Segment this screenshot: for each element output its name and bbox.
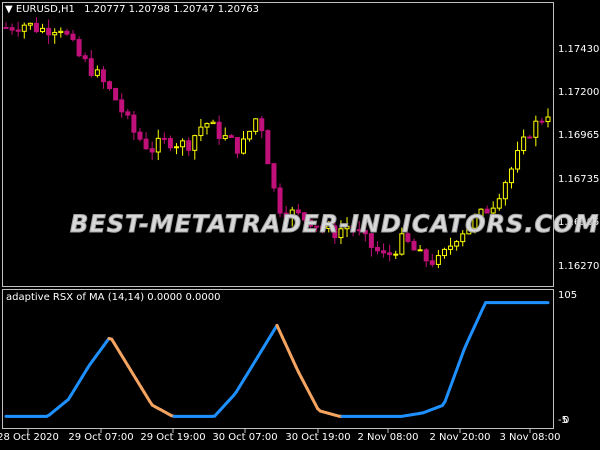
candle-body — [417, 249, 423, 252]
candle-body — [33, 22, 39, 33]
indicator-title: adaptive RSX of MA (14,14) 0.0000 0.0000 — [6, 292, 221, 303]
candle-body — [9, 27, 15, 31]
candle-body — [107, 81, 113, 90]
price-label: 1.16735 — [558, 174, 600, 185]
candle-body — [100, 69, 106, 83]
candle-body — [113, 88, 119, 101]
candle-body — [429, 260, 435, 265]
candle-body — [186, 140, 192, 151]
candle-body — [52, 31, 58, 36]
price-label: 1.16270 — [558, 261, 600, 272]
candle-body — [381, 250, 387, 254]
candle-body — [228, 135, 234, 139]
time-label: 30 Oct 07:00 — [212, 432, 278, 443]
candle-body — [125, 111, 131, 116]
candle-body — [210, 121, 216, 125]
candle-body — [521, 136, 527, 152]
candle-body — [234, 137, 240, 154]
time-label: 29 Oct 19:00 — [140, 432, 206, 443]
candle-body — [393, 253, 399, 256]
candle-body — [515, 150, 521, 170]
candle-body — [137, 131, 143, 140]
candle-body — [58, 30, 64, 33]
candle-body — [40, 27, 46, 33]
symbol-header: ▼ EURUSD,H1 1.20777 1.20798 1.20747 1.20… — [5, 4, 259, 15]
candle-body — [539, 120, 545, 123]
candle-body — [222, 135, 228, 139]
candle-body — [441, 248, 447, 257]
candle-body — [527, 136, 533, 139]
candle-body — [374, 246, 380, 252]
candle-body — [423, 249, 429, 262]
candle-body — [27, 22, 33, 26]
price-label: 1.16965 — [558, 130, 600, 141]
candle-body — [70, 33, 76, 41]
candle-body — [204, 123, 210, 128]
time-label: 3 Nov 08:00 — [499, 432, 561, 443]
candle-body — [88, 58, 94, 76]
dropdown-triangle-icon[interactable]: ▼ — [5, 4, 13, 15]
candle-body — [94, 69, 100, 76]
candle-body — [271, 163, 277, 189]
candle-body — [192, 135, 198, 151]
candle-body — [21, 24, 27, 32]
candle-body — [435, 255, 441, 265]
time-label: 28 Oct 2020 — [0, 432, 59, 443]
scale-zero-label: 0 — [563, 415, 570, 426]
candle-body — [3, 26, 9, 29]
candle-body — [76, 39, 82, 57]
candle-body — [448, 245, 454, 250]
candle-body — [143, 138, 149, 150]
candle-body — [454, 241, 460, 247]
candle-body — [198, 126, 204, 137]
candle-body — [119, 99, 125, 113]
candle-body — [216, 121, 222, 139]
candle-body — [411, 240, 417, 251]
symbol-label: EURUSD,H1 — [15, 4, 75, 15]
candle-body — [64, 30, 70, 35]
price-label: 1.17200 — [558, 87, 600, 98]
candle-body — [174, 146, 180, 149]
candle-body — [545, 116, 551, 123]
candle-body — [533, 120, 539, 138]
candle-body — [15, 29, 21, 32]
candle-body — [46, 27, 52, 36]
candle-body — [502, 182, 508, 200]
candle-body — [265, 130, 271, 165]
candle-body — [155, 137, 161, 153]
candle-body — [131, 114, 137, 133]
candle-body — [180, 140, 186, 148]
watermark: BEST-METATRADER-INDICATORS.COM — [69, 210, 600, 239]
candle-body — [259, 118, 265, 132]
price-label: 1.17430 — [558, 44, 600, 55]
candle-body — [508, 168, 514, 184]
time-label: 30 Oct 19:00 — [285, 432, 351, 443]
candle-body — [161, 137, 167, 140]
candle-body — [82, 55, 88, 60]
time-label: 2 Nov 20:00 — [429, 432, 491, 443]
time-label: 29 Oct 07:00 — [68, 432, 134, 443]
candle-body — [167, 138, 173, 149]
candle-body — [241, 138, 247, 154]
ohlc-values: 1.20777 1.20798 1.20747 1.20763 — [84, 4, 260, 15]
candle-body — [496, 198, 502, 209]
candle-body — [253, 118, 259, 132]
candle-body — [387, 252, 393, 256]
scale-top-label: 105 — [558, 290, 578, 301]
time-label: 2 Nov 08:00 — [357, 432, 419, 443]
candle-body — [247, 130, 253, 140]
candle-body — [149, 148, 155, 153]
